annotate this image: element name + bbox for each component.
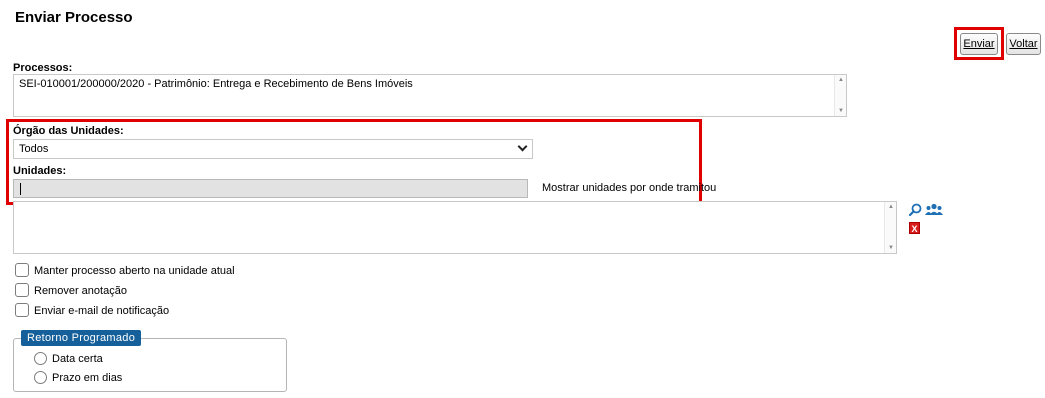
chevron-down-icon [517, 141, 528, 152]
voltar-button[interactable]: Voltar [1006, 33, 1041, 55]
manter-aberto-label: Manter processo aberto na unidade atual [34, 265, 235, 277]
processos-list[interactable]: SEI-010001/200000/2020 - Patrimônio: Ent… [13, 74, 847, 117]
orgao-selected-value: Todos [19, 143, 49, 155]
data-certa-radio[interactable] [34, 352, 47, 365]
page-title: Enviar Processo [15, 9, 133, 26]
processos-label: Processos: [13, 62, 73, 74]
processos-scrollbar[interactable]: ▲ ▼ [834, 75, 846, 116]
enviar-button[interactable]: Enviar [960, 33, 998, 55]
enviar-email-checkbox[interactable] [15, 303, 29, 317]
data-certa-label: Data certa [52, 353, 103, 365]
enviar-email-label: Enviar e-mail de notificação [34, 305, 170, 317]
unidades-list-scrollbar[interactable]: ▲ ▼ [884, 202, 896, 253]
unidades-input[interactable] [13, 179, 528, 198]
users-group-icon[interactable] [925, 203, 943, 216]
remover-anotacao-label: Remover anotação [34, 285, 127, 297]
prazo-em-dias-radio[interactable] [34, 371, 47, 384]
orgao-select[interactable]: Todos [13, 139, 533, 159]
search-icon[interactable] [909, 203, 922, 216]
retorno-programado-legend: Retorno Programado [21, 330, 142, 346]
manter-aberto-checkbox[interactable] [15, 263, 29, 277]
remove-icon[interactable]: X [909, 222, 920, 234]
processo-item[interactable]: SEI-010001/200000/2020 - Patrimônio: Ent… [19, 78, 413, 90]
remove-glyph: X [911, 224, 918, 234]
mostrar-unidades-link[interactable]: Mostrar unidades por onde tramitou [542, 182, 716, 194]
unidades-selected-list[interactable] [13, 201, 897, 254]
unidades-label: Unidades: [13, 165, 67, 177]
text-cursor [20, 183, 21, 195]
prazo-em-dias-label: Prazo em dias [52, 372, 123, 384]
remover-anotacao-checkbox[interactable] [15, 283, 29, 297]
orgao-label: Órgão das Unidades: [13, 125, 124, 137]
